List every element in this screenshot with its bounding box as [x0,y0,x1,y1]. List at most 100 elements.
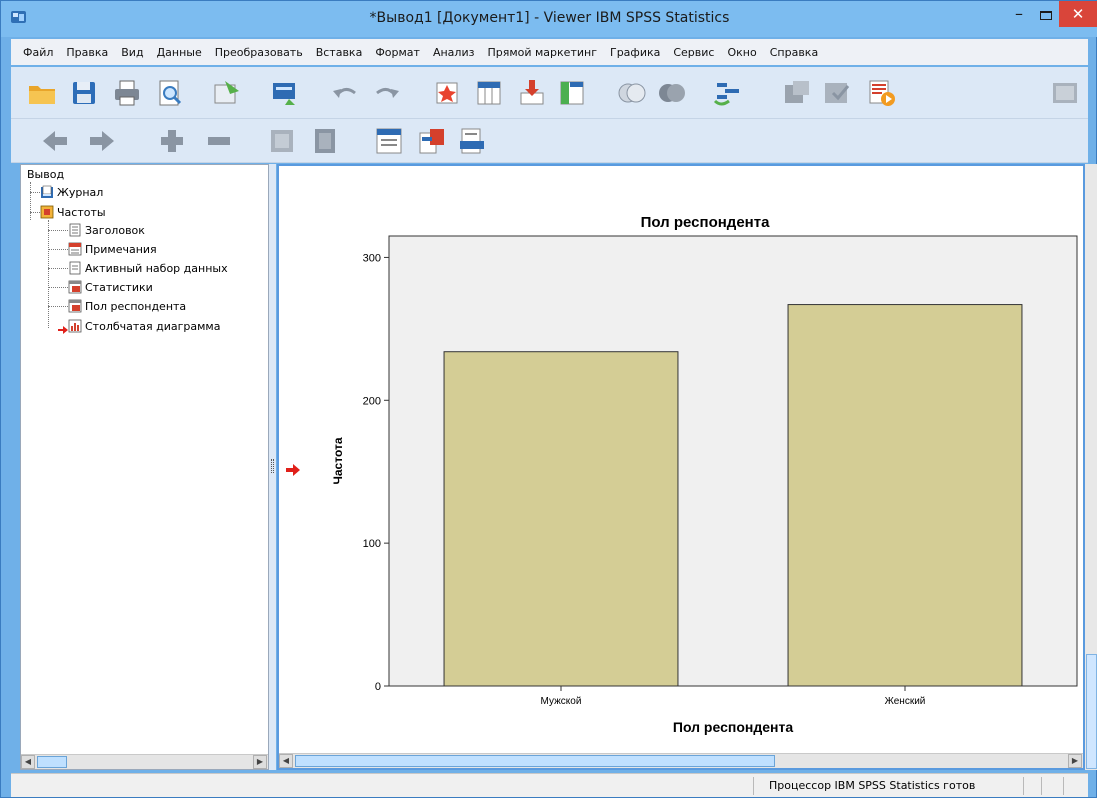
outline-item-label: Частоты [57,205,106,219]
content-horizontal-scrollbar[interactable]: ◀ ▶ [279,753,1083,768]
insert-variable-icon[interactable] [556,77,588,109]
status-divider [1063,777,1064,795]
tree-connector [30,182,31,220]
x-axis-label: Пол респондента [673,719,793,735]
menu-help[interactable]: Справка [770,46,818,59]
use-sets-icon[interactable] [656,77,688,109]
maximize-icon [1040,11,1052,20]
value-labels-icon[interactable] [616,77,648,109]
menu-format[interactable]: Формат [375,46,420,59]
insert-heading-icon[interactable] [373,125,405,157]
open-folder-icon[interactable] [26,77,58,109]
outline-item-label: Столбчатая диаграмма [85,319,221,333]
x-axis-tick-labels: Мужской Женский [541,686,925,707]
menu-file[interactable]: Файл [23,46,53,59]
outline-item-label: Примечания [85,242,157,256]
insert-cases-icon[interactable] [516,77,548,109]
outline-item-statistics[interactable]: Статистики [68,280,153,294]
outline-item-label: Статистики [85,280,153,294]
y-axis-ticks: 0 100 200 300 [363,252,389,693]
scroll-thumb[interactable] [1086,654,1097,769]
scroll-left-icon[interactable]: ◀ [279,754,293,768]
tree-connector [48,287,68,288]
print-preview-icon[interactable] [154,77,186,109]
y-axis-label: Частота [331,437,345,484]
menu-insert[interactable]: Вставка [316,46,363,59]
run-script-icon[interactable] [866,77,898,109]
spelling-icon[interactable] [821,77,853,109]
outline-item-title[interactable]: Заголовок [68,223,145,237]
demote-right-arrow-icon[interactable] [86,125,118,157]
tree-connector [48,220,49,328]
status-bar: Процессор IBM SPSS Statistics готов [11,773,1088,797]
insert-text-icon[interactable] [456,125,488,157]
data-editor-icon[interactable] [1049,77,1081,109]
outline-item-label: Активный набор данных [85,261,228,275]
outline-toolbar [11,119,1088,163]
hide-icon[interactable] [309,125,341,157]
export-icon[interactable] [211,77,243,109]
tree-connector [48,268,68,269]
minimize-button[interactable]: – [1004,3,1034,29]
y-tick-label: 100 [363,538,381,550]
menu-data[interactable]: Данные [157,46,202,59]
chart-icon [68,319,82,333]
outline-horizontal-scrollbar[interactable]: ◀ ▶ [21,754,268,769]
insert-title-icon[interactable] [416,125,448,157]
tree-connector [30,192,40,193]
outline-item-frequencies[interactable]: Частоты [40,205,106,219]
scroll-thumb[interactable] [37,756,67,768]
menu-transform[interactable]: Преобразовать [215,46,303,59]
collapse-minus-icon[interactable] [203,125,235,157]
goto-case-icon[interactable] [431,77,463,109]
expand-plus-icon[interactable] [156,125,188,157]
procedure-icon [40,205,54,219]
outline-item-log[interactable]: Журнал [40,185,103,199]
scroll-right-icon[interactable]: ▶ [253,755,267,769]
recall-dialog-icon[interactable] [269,77,301,109]
menu-window[interactable]: Окно [727,46,756,59]
output-content-pane: Пол респондента 0 100 200 300 Мужской Женски… [277,164,1085,770]
outline-item-label: Заголовок [85,223,145,237]
menu-edit[interactable]: Правка [66,46,108,59]
y-tick-label: 300 [363,252,381,264]
maximize-button[interactable] [1034,3,1058,29]
splitter-grip-icon[interactable] [271,459,274,473]
menu-direct-marketing[interactable]: Прямой маркетинг [487,46,597,59]
print-icon[interactable] [111,77,143,109]
bar-male[interactable] [443,351,679,687]
menu-graphs[interactable]: Графика [610,46,660,59]
promote-left-arrow-icon[interactable] [39,125,71,157]
menu-analyze[interactable]: Анализ [433,46,475,59]
goto-variable-icon[interactable] [473,77,505,109]
redo-icon[interactable] [371,77,403,109]
tree-connector [48,306,68,307]
designate-window-icon[interactable] [781,77,813,109]
outline-item-gender-table[interactable]: Пол респондента [68,299,186,313]
scroll-left-icon[interactable]: ◀ [21,755,35,769]
scroll-thumb[interactable] [295,755,775,767]
undo-icon[interactable] [329,77,361,109]
show-all-variables-icon[interactable] [711,77,743,109]
scroll-right-icon[interactable]: ▶ [1068,754,1082,768]
bar-chart[interactable]: Пол респондента 0 100 200 300 Мужской Женски… [279,166,1083,752]
close-button[interactable]: ✕ [1059,1,1097,27]
show-icon[interactable] [266,125,298,157]
spss-viewer-window: *Вывод1 [Документ1] - Viewer IBM SPSS St… [0,0,1097,798]
tree-connector [48,249,68,250]
menu-bar: Файл Правка Вид Данные Преобразовать Вст… [11,39,1088,65]
outline-item-active-dataset[interactable]: Активный набор данных [68,261,228,275]
outline-item-bar-chart[interactable]: Столбчатая диаграмма [68,319,220,333]
status-divider [753,777,754,795]
menu-view[interactable]: Вид [121,46,143,59]
outline-root-output[interactable]: Вывод [27,168,64,181]
save-icon[interactable] [68,77,100,109]
main-toolbar [11,67,1088,119]
bar-female[interactable] [787,304,1023,687]
content-vertical-scrollbar[interactable] [1085,164,1097,770]
menu-utilities[interactable]: Сервис [673,46,714,59]
y-tick-label: 0 [375,681,381,693]
table-icon [68,280,82,294]
outline-item-notes[interactable]: Примечания [68,242,157,256]
table-icon [68,299,82,313]
